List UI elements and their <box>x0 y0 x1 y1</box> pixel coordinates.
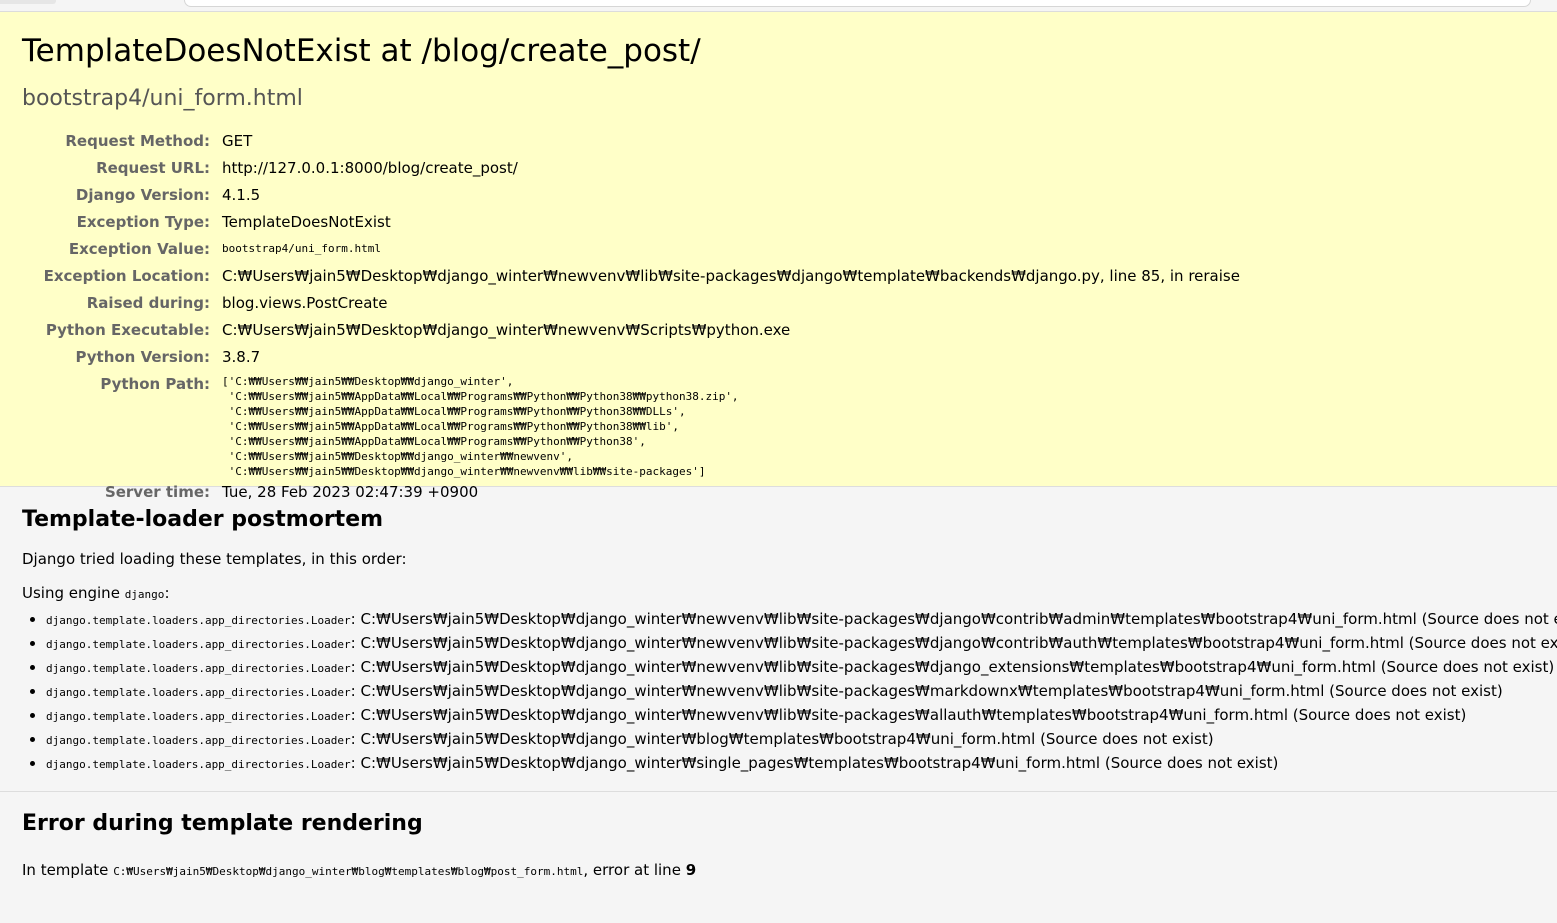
meta-value: blog.views.PostCreate <box>222 294 388 312</box>
browser-top-strip <box>0 0 1557 12</box>
loader-name: django.template.loaders.app_directories.… <box>46 614 351 627</box>
template-loader-postmortem: Template-loader postmortem Django tried … <box>0 487 1557 792</box>
engine-suffix: : <box>164 584 170 602</box>
loader-attempt-list: django.template.loaders.app_directories.… <box>22 608 1557 776</box>
template-path: C:₩Users₩jain5₩Desktop₩django_winter₩new… <box>360 682 1325 700</box>
attempt-status: (Source does not exist) <box>1408 634 1557 652</box>
template-error-prefix: In template <box>22 861 114 879</box>
browser-content-edge <box>184 0 1531 7</box>
loader-name: django.template.loaders.app_directories.… <box>46 758 351 771</box>
meta-label: Python Version: <box>75 348 210 366</box>
attempt-status: (Source does not exist) <box>1040 730 1214 748</box>
meta-label: Exception Type: <box>76 213 210 231</box>
template-error-detail: In template C:₩Users₩jain5₩Desktop₩djang… <box>22 859 1535 883</box>
meta-label: Python Path: <box>100 375 210 393</box>
template-path: C:₩Users₩jain5₩Desktop₩django_winter₩sin… <box>360 754 1101 772</box>
meta-label: Raised during: <box>86 294 210 312</box>
postmortem-intro: Django tried loading these templates, in… <box>22 550 407 568</box>
list-item: django.template.loaders.app_directories.… <box>46 704 1535 728</box>
loader-name: django.template.loaders.app_directories.… <box>46 686 351 699</box>
attempt-status: (Source does not exist) <box>1329 682 1503 700</box>
attempt-status: (Source does not exist) <box>1380 658 1555 676</box>
meta-value: bootstrap4/uni_form.html <box>222 236 1240 263</box>
meta-row-request-url: Request URL: http://127.0.0.1:8000/blog/… <box>22 155 1240 182</box>
meta-value: ['C:₩₩Users₩₩jain5₩₩Desktop₩₩django_wint… <box>222 371 1240 479</box>
meta-row-exception-value: Exception Value: bootstrap4/uni_form.htm… <box>22 236 1240 263</box>
python-path-list: ['C:₩₩Users₩₩jain5₩₩Desktop₩₩django_wint… <box>222 375 739 478</box>
meta-label: Request Method: <box>65 132 210 150</box>
exception-value-text: bootstrap4/uni_form.html <box>222 242 381 255</box>
page-title: TemplateDoesNotExist at /blog/create_pos… <box>22 33 701 69</box>
meta-label: Python Executable: <box>45 321 210 339</box>
loader-name: django.template.loaders.app_directories.… <box>46 734 351 747</box>
meta-row-request-method: Request Method: GET <box>22 128 1240 155</box>
meta-value: http://127.0.0.1:8000/blog/create_post/ <box>222 159 518 177</box>
meta-label: Request URL: <box>96 159 210 177</box>
request-meta-table: Request Method: GET Request URL: http://… <box>22 128 1240 506</box>
list-item: django.template.loaders.app_directories.… <box>46 680 1535 704</box>
error-summary: TemplateDoesNotExist at /blog/create_pos… <box>0 12 1557 501</box>
attempt-status: (Source does not exist) <box>1421 610 1557 628</box>
loader-name: django.template.loaders.app_directories.… <box>46 638 351 651</box>
meta-row-python-version: Python Version: 3.8.7 <box>22 344 1240 371</box>
template-path: C:₩Users₩jain5₩Desktop₩django_winter₩new… <box>360 706 1288 724</box>
meta-label: Exception Location: <box>43 267 210 285</box>
meta-row-python-path: Python Path: ['C:₩₩Users₩₩jain5₩₩Desktop… <box>22 371 1240 479</box>
engine-line: Using engine django: <box>22 582 1535 606</box>
template-error-line: 9 <box>685 861 697 879</box>
meta-value: 3.8.7 <box>222 348 261 366</box>
exception-message: bootstrap4/uni_form.html <box>22 86 303 111</box>
list-item: django.template.loaders.app_directories.… <box>46 656 1554 680</box>
meta-label: Exception Value: <box>68 240 210 258</box>
template-rendering-error: Error during template rendering In templ… <box>0 792 1557 891</box>
template-path: C:₩Users₩jain5₩Desktop₩django_winter₩new… <box>360 610 1417 628</box>
meta-value: C:₩Users₩jain5₩Desktop₩django_winter₩new… <box>222 267 1240 285</box>
loader-name: django.template.loaders.app_directories.… <box>46 710 351 723</box>
meta-value: GET <box>222 132 253 150</box>
template-error-path: C:₩Users₩jain5₩Desktop₩django_winter₩blo… <box>113 865 584 878</box>
template-path: C:₩Users₩jain5₩Desktop₩django_winter₩blo… <box>360 730 1036 748</box>
meta-value: C:₩Users₩jain5₩Desktop₩django_winter₩new… <box>222 321 791 339</box>
attempt-status: (Source does not exist) <box>1292 706 1467 724</box>
loader-name: django.template.loaders.app_directories.… <box>46 662 351 675</box>
template-error-middle: , error at line <box>583 861 686 879</box>
template-path: C:₩Users₩jain5₩Desktop₩django_winter₩new… <box>360 634 1404 652</box>
list-item: django.template.loaders.app_directories.… <box>46 608 1557 632</box>
meta-row-raised-during: Raised during: blog.views.PostCreate <box>22 290 1240 317</box>
meta-row-python-executable: Python Executable: C:₩Users₩jain5₩Deskto… <box>22 317 1240 344</box>
meta-value: 4.1.5 <box>222 186 261 204</box>
meta-row-exception-type: Exception Type: TemplateDoesNotExist <box>22 209 1240 236</box>
meta-value: TemplateDoesNotExist <box>222 213 391 231</box>
browser-tab-edge[interactable] <box>0 0 56 4</box>
template-path: C:₩Users₩jain5₩Desktop₩django_winter₩new… <box>360 658 1376 676</box>
list-item: django.template.loaders.app_directories.… <box>46 632 1557 656</box>
meta-label: Django Version: <box>75 186 210 204</box>
engine-prefix: Using engine <box>22 584 125 602</box>
engine-name: django <box>124 588 165 601</box>
attempt-status: (Source does not exist) <box>1104 754 1279 772</box>
list-item: django.template.loaders.app_directories.… <box>46 752 1535 776</box>
postmortem-heading: Template-loader postmortem <box>22 507 384 532</box>
meta-row-django-version: Django Version: 4.1.5 <box>22 182 1240 209</box>
meta-row-exception-location: Exception Location: C:₩Users₩jain5₩Deskt… <box>22 263 1240 290</box>
template-error-heading: Error during template rendering <box>22 811 423 836</box>
list-item: django.template.loaders.app_directories.… <box>46 728 1535 752</box>
